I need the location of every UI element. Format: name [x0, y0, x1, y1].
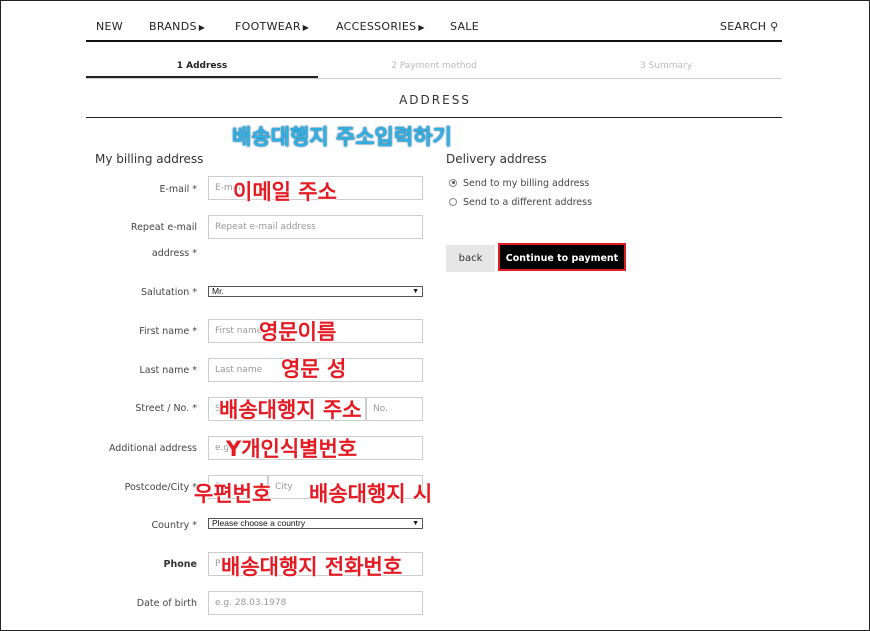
country-label: Country *: [151, 520, 197, 531]
caret-right-icon: ▶: [418, 23, 425, 32]
nav-sale[interactable]: SALE: [450, 20, 479, 33]
annotation-email: 이메일 주소: [233, 180, 337, 204]
step-address: 1 Address: [176, 61, 228, 71]
billing-title: My billing address: [95, 152, 204, 166]
salutation-label: Salutation *: [140, 287, 197, 298]
caret-right-icon: ▶: [198, 23, 206, 32]
annotation-additional: Y개인식별번호: [226, 437, 358, 461]
repeat-email-input[interactable]: Repeat e-mail address: [208, 215, 423, 239]
search-icon: ⚲: [770, 20, 779, 33]
email-label: E-mail *: [159, 184, 197, 195]
nav-search-label: SEARCH: [720, 20, 767, 33]
continue-to-payment-button[interactable]: Continue to payment: [498, 243, 626, 271]
delivery-title: Delivery address: [446, 152, 547, 166]
radio-billing-address[interactable]: Send to my billing address: [449, 178, 589, 189]
radio-different-label: Send to a different address: [463, 197, 593, 208]
nav-footwear-label: FOOTWEAR: [235, 20, 301, 33]
back-button[interactable]: back: [446, 245, 495, 272]
nav-accessories-label: ACCESSORIES: [336, 20, 417, 33]
top-nav: NEW BRANDS ▶ FOOTWEAR ▶ ACCESSORIES ▶ SALE …: [86, 14, 782, 42]
house-number-input[interactable]: No.: [366, 397, 423, 421]
nav-footwear[interactable]: FOOTWEAR ▶: [235, 20, 309, 33]
first-name-label: First name *: [139, 326, 197, 337]
dob-label: Date of birth: [136, 598, 197, 609]
nav-search[interactable]: SEARCH ⚲: [720, 20, 778, 33]
repeat-email-label-1: Repeat e-mail: [130, 222, 197, 233]
radio-different-address[interactable]: Send to a different address: [449, 197, 592, 208]
annotation-postcode: 우편번호: [194, 482, 272, 506]
dob-input[interactable]: e.g. 28.03.1978: [208, 591, 423, 615]
country-select[interactable]: Please choose a country ▼: [208, 518, 423, 529]
nav-brands[interactable]: BRANDS ▶: [149, 20, 205, 33]
checkout-steps: 1 Address 2 Payment method 3 Summary: [86, 56, 782, 79]
caret-right-icon: ▶: [302, 23, 310, 32]
annotation-city: 배송대행지 시: [309, 482, 433, 506]
salutation-value: Mr.: [212, 286, 224, 296]
radio-unselected-icon: [449, 197, 457, 206]
dropdown-arrow-icon: ▼: [412, 288, 419, 295]
additional-address-label: Additional address: [108, 443, 197, 454]
postcode-city-label: Postcode/City *: [124, 482, 197, 493]
radio-billing-label: Send to my billing address: [463, 178, 590, 189]
step-progress-bar: [86, 76, 318, 78]
country-value: Please choose a country: [212, 518, 306, 528]
step-payment: 2 Payment method: [391, 61, 477, 71]
nav-brands-label: BRANDS: [149, 20, 197, 33]
annotation-last-name: 영문 성: [281, 357, 347, 381]
annotation-first-name: 영문이름: [259, 320, 337, 344]
last-name-label: Last name *: [139, 365, 197, 376]
repeat-email-label-2: address *: [151, 248, 197, 259]
phone-label: Phone: [163, 559, 197, 570]
annotation-heading: 배송대행지 주소입력하기: [232, 125, 452, 149]
divider: [86, 117, 782, 118]
annotation-street: 배송대행지 주소: [219, 398, 362, 422]
street-label: Street / No. *: [135, 403, 197, 414]
radio-selected-icon: [449, 178, 457, 187]
page-title: ADDRESS: [399, 93, 471, 107]
step-summary: 3 Summary: [639, 61, 693, 71]
nav-new[interactable]: NEW: [96, 20, 123, 33]
annotation-phone: 배송대행지 전화번호: [221, 555, 403, 579]
dropdown-arrow-icon: ▼: [412, 520, 419, 527]
salutation-select[interactable]: Mr. ▼: [208, 286, 423, 297]
nav-accessories[interactable]: ACCESSORIES ▶: [336, 20, 425, 33]
